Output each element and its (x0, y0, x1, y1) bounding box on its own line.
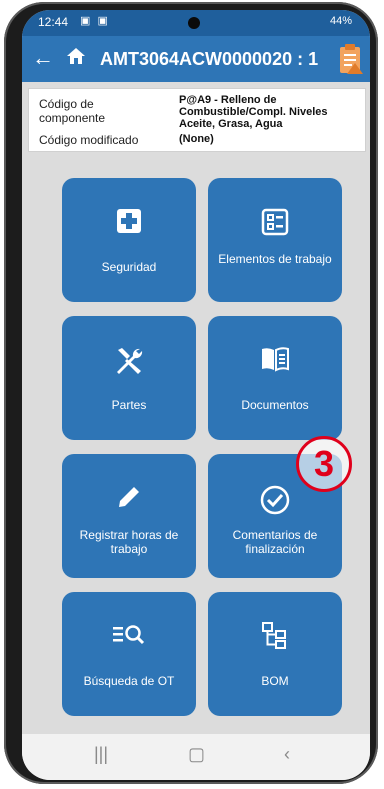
book-icon (208, 346, 342, 378)
search-list-icon (62, 622, 196, 654)
tile-bom[interactable]: BOM (208, 592, 342, 716)
notification-icons: ▣ ▣ (80, 15, 110, 27)
home-icon[interactable] (66, 46, 86, 71)
tile-label: Seguridad (101, 260, 157, 274)
tile-seguridad[interactable]: Seguridad (62, 178, 196, 302)
checklist-icon (208, 208, 342, 240)
screen: 12:44 ▣ ▣ 44% ← AMT3064ACW0000020 : 1 Có… (22, 10, 370, 780)
step-callout: 3 (296, 436, 352, 492)
tile-busqueda-ot[interactable]: Búsqueda de OT (62, 592, 196, 716)
tools-icon (62, 346, 196, 378)
back-arrow-icon[interactable]: ← (32, 45, 54, 71)
component-info-panel: Código de componente P@A9 - Relleno de C… (28, 88, 366, 152)
tile-label: Registrar horas de trabajo (79, 528, 179, 556)
pencil-icon (62, 484, 196, 516)
modified-code-value: (None) (179, 133, 214, 145)
tile-label: Comentarios de finalización (232, 528, 318, 556)
status-time: 12:44 (38, 15, 69, 29)
camera-hole (188, 17, 200, 29)
tile-documentos[interactable]: Documentos (208, 316, 342, 440)
phone-frame: 12:44 ▣ ▣ 44% ← AMT3064ACW0000020 : 1 Có… (4, 2, 378, 784)
tile-label: Elementos de trabajo (218, 252, 332, 266)
tile-label: Partes (111, 398, 147, 412)
system-nav-bar: ||| ▢ ‹ (22, 734, 370, 780)
hierarchy-icon (208, 622, 342, 654)
status-bar: 12:44 ▣ ▣ 44% (22, 10, 370, 36)
page-title: AMT3064ACW0000020 : 1 (100, 49, 319, 69)
tile-registrar-horas[interactable]: Registrar horas de trabajo (62, 454, 196, 578)
app-bar: ← AMT3064ACW0000020 : 1 (22, 36, 370, 82)
tile-label: Documentos (241, 398, 309, 412)
clipboard-icon[interactable] (338, 43, 364, 80)
tile-elementos-trabajo[interactable]: Elementos de trabajo (208, 178, 342, 302)
tile-partes[interactable]: Partes (62, 316, 196, 440)
modified-code-label: Código modificado (39, 133, 139, 147)
first-aid-icon (62, 208, 196, 240)
tile-label: BOM (261, 674, 289, 688)
home-button-icon[interactable]: ▢ (188, 744, 205, 765)
component-code-label: Código de componente (39, 97, 106, 125)
recent-apps-icon[interactable]: ||| (94, 744, 108, 765)
component-code-value: P@A9 - Relleno de Combustible/Compl. Niv… (179, 94, 328, 130)
battery-level: 44% (329, 15, 352, 27)
tile-label: Búsqueda de OT (83, 674, 175, 688)
back-button-icon[interactable]: ‹ (284, 744, 290, 765)
